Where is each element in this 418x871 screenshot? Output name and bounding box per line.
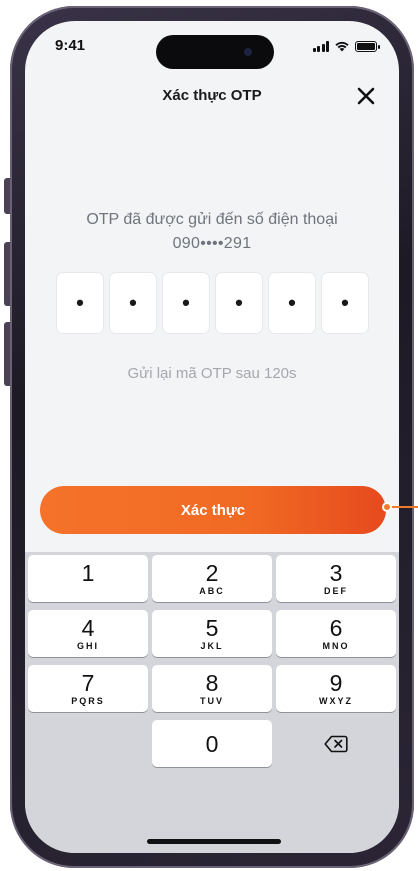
otp-input-row: • • • • • • xyxy=(57,273,368,333)
page-title: Xác thực OTP xyxy=(162,87,262,104)
key-number: 4 xyxy=(81,615,95,641)
home-indicator xyxy=(147,839,281,844)
resend-countdown: Gửi lại mã OTP sau 120s xyxy=(127,365,297,382)
backspace-icon xyxy=(324,735,348,752)
key-number: 6 xyxy=(329,615,343,641)
key-number: 8 xyxy=(205,670,219,696)
key-0[interactable]: 0 xyxy=(152,720,272,767)
dynamic-island xyxy=(156,35,274,69)
key-6[interactable]: 6 MNO xyxy=(276,610,396,657)
status-bar: 9:41 xyxy=(25,21,399,71)
key-letters: TUV xyxy=(200,696,224,706)
annotation-connector-dot xyxy=(382,502,392,512)
wifi-icon xyxy=(335,41,349,52)
key-7[interactable]: 7 PQRS xyxy=(28,665,148,712)
key-number: 7 xyxy=(81,670,95,696)
key-letters: PQRS xyxy=(71,696,105,706)
verify-button-label: Xác thực xyxy=(180,501,246,519)
key-5[interactable]: 5 JKL xyxy=(152,610,272,657)
keypad-empty-slot xyxy=(28,720,148,767)
key-letters: MNO xyxy=(322,641,350,651)
delete-key[interactable] xyxy=(276,720,396,767)
camera-icon xyxy=(244,48,252,56)
status-icons xyxy=(312,40,380,52)
volume-up-button xyxy=(4,242,10,306)
otp-digit-2[interactable]: • xyxy=(110,273,156,333)
key-letters: ABC xyxy=(199,586,225,596)
key-3[interactable]: 3 DEF xyxy=(276,555,396,602)
masked-phone-number: 090••••291 xyxy=(172,235,252,252)
otp-digit-1[interactable]: • xyxy=(57,273,103,333)
otp-digit-5[interactable]: • xyxy=(269,273,315,333)
key-number: 3 xyxy=(329,560,343,586)
annotation-connector-line xyxy=(391,506,418,508)
key-4[interactable]: 4 GHI xyxy=(28,610,148,657)
key-letters: DEF xyxy=(324,586,348,596)
key-1[interactable]: 1 xyxy=(28,555,148,602)
mute-switch xyxy=(4,178,10,214)
key-number: 5 xyxy=(205,615,219,641)
battery-icon xyxy=(355,41,380,52)
key-number: 2 xyxy=(205,560,219,586)
otp-digit-3[interactable]: • xyxy=(163,273,209,333)
verify-button[interactable]: Xác thực xyxy=(40,486,386,534)
close-icon xyxy=(357,87,375,105)
key-9[interactable]: 9 WXYZ xyxy=(276,665,396,712)
signal-icon xyxy=(312,41,329,52)
otp-digit-6[interactable]: • xyxy=(322,273,368,333)
screen: 9:41 Xác thực OTP OTP đã được gửi đến số… xyxy=(25,21,399,853)
key-letters: WXYZ xyxy=(319,696,353,706)
otp-sent-message: OTP đã được gửi đến số điện thoại xyxy=(86,211,338,228)
key-letters: JKL xyxy=(200,641,224,651)
status-time: 9:41 xyxy=(55,37,86,54)
key-number: 0 xyxy=(205,730,219,757)
key-letters: GHI xyxy=(76,641,99,651)
key-number: 9 xyxy=(329,670,343,696)
key-8[interactable]: 8 TUV xyxy=(152,665,272,712)
numeric-keypad: 1 2 ABC 3 DEF 4 GHI 5 JKL 6 MNO 7 PQRS 8 xyxy=(25,552,399,853)
key-number: 1 xyxy=(81,560,95,586)
volume-down-button xyxy=(4,322,10,386)
key-2[interactable]: 2 ABC xyxy=(152,555,272,602)
close-button[interactable] xyxy=(353,83,379,109)
otp-digit-4[interactable]: • xyxy=(216,273,262,333)
